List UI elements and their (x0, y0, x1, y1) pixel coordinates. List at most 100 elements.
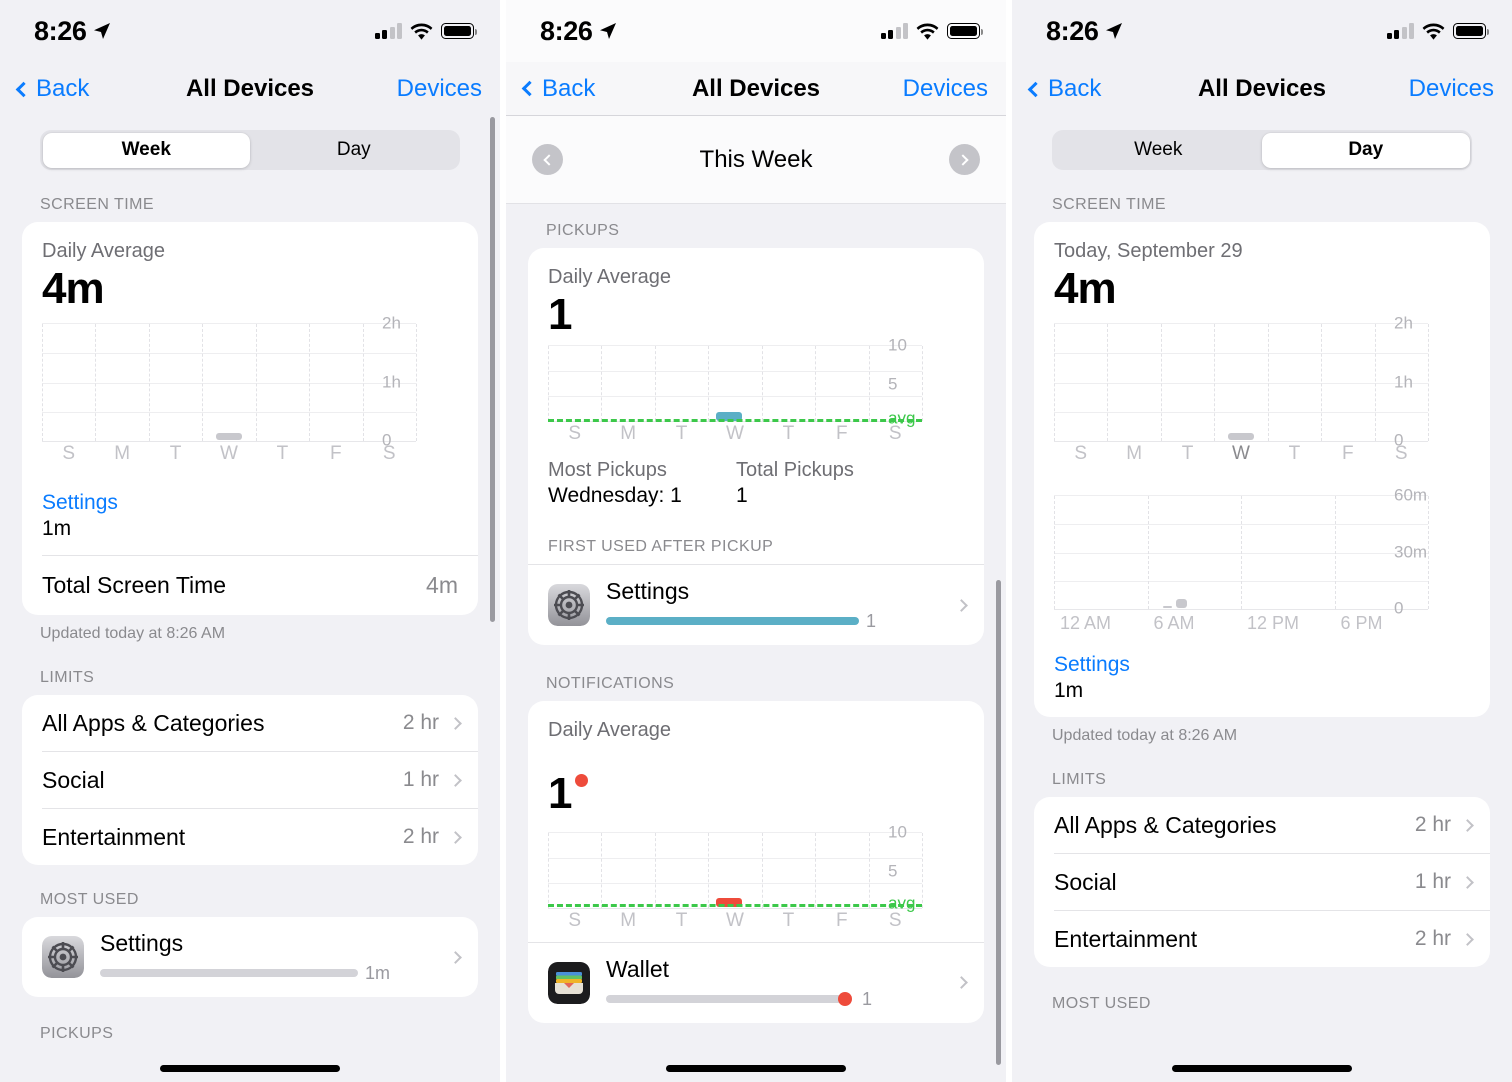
segment-day[interactable]: Day (1262, 132, 1470, 168)
notification-badge-dot (575, 773, 589, 787)
table-row[interactable]: All Apps & Categories 2 hr (1034, 797, 1490, 853)
status-bar-time: 8:26 (1046, 15, 1099, 46)
status-bar-indicators (1386, 23, 1489, 40)
table-row[interactable]: Entertainment 2 hr (1034, 911, 1490, 967)
status-bar-time-group: 8:26 (1046, 16, 1124, 47)
notification-app-body: Wallet 1 (606, 956, 957, 1009)
most-pickups-value: Wednesday: 1 (548, 484, 682, 508)
period-segmented-control[interactable]: Week Day (1052, 130, 1472, 170)
x-tick-5: F (836, 423, 848, 445)
vertical-scrollbar[interactable] (490, 117, 495, 622)
list-item[interactable]: Wallet 1 (528, 943, 984, 1022)
most-pickups-stat: Most Pickups Wednesday: 1 (548, 459, 736, 508)
limit-value-all-apps: 2 hr (1414, 813, 1451, 837)
table-row[interactable]: Social 1 hr (22, 752, 478, 808)
chevron-right-circle-icon[interactable] (948, 144, 980, 175)
chevron-left-circle-icon[interactable] (532, 144, 563, 175)
x-tick-1: M (620, 423, 637, 445)
devices-button[interactable]: Devices (903, 75, 988, 103)
x-tick-4: T (782, 910, 795, 932)
limit-value-entertainment: 2 hr (402, 825, 439, 849)
period-segmented-control[interactable]: Week Day (40, 130, 460, 170)
panel-day-overview: 8:26 Back All Devices Devices Week Day S… (1006, 0, 1512, 1082)
daily-average-label: Daily Average (42, 240, 166, 262)
chart-plot-area: 60m 30m 0 (1054, 486, 1429, 618)
x-tick-4: T (782, 423, 795, 445)
table-row[interactable]: All Apps & Categories 2 hr (22, 695, 478, 751)
back-button[interactable]: Back (521, 75, 595, 103)
total-pickups-label: Total Pickups (736, 459, 854, 482)
segment-week[interactable]: Week (1055, 133, 1263, 168)
x-tick-12am: 12 AM (1060, 613, 1112, 634)
usage-bar-line: 1 (606, 989, 957, 1010)
x-tick-3: W (220, 443, 238, 465)
segment-week[interactable]: Week (42, 132, 250, 168)
x-tick-2: T (675, 910, 688, 932)
section-header-most-used: MOST USED (1052, 995, 1151, 1013)
daily-average-value: 4m (42, 264, 105, 313)
x-tick-2: T (675, 423, 688, 445)
list-item[interactable]: Settings 1m (22, 917, 478, 996)
status-bar-indicators (374, 23, 477, 40)
chart-x-axis: S M T W T F S (548, 910, 922, 938)
table-row[interactable]: Social 1 hr (1034, 854, 1490, 910)
limit-name-all-apps: All Apps & Categories (42, 709, 265, 736)
home-indicator (1172, 1065, 1352, 1072)
usage-bar-track (606, 992, 852, 1007)
limit-name-social: Social (1054, 868, 1117, 895)
top-app-link-row[interactable]: Settings 1m (1034, 653, 1490, 717)
most-pickups-label: Most Pickups (548, 459, 667, 482)
total-screen-time-label: Total Screen Time (42, 572, 227, 599)
vertical-scrollbar[interactable] (996, 580, 1001, 1065)
week-navigator-title: This Week (699, 145, 813, 173)
home-indicator (666, 1065, 846, 1072)
x-tick-0: S (1074, 443, 1088, 465)
chart-x-axis: S M T W T F S (42, 443, 416, 471)
location-arrow-icon (600, 23, 617, 39)
x-tick-6: S (1394, 443, 1408, 465)
x-tick-4: T (1288, 443, 1301, 465)
devices-button[interactable]: Devices (397, 75, 482, 103)
chevron-left-icon (1027, 81, 1044, 97)
updated-timestamp: Updated today at 8:26 AM (1052, 727, 1238, 745)
back-button[interactable]: Back (1027, 75, 1101, 103)
app-link-amount: 1m (1054, 679, 1084, 703)
bar-hour-7am (1163, 606, 1173, 609)
app-link-settings[interactable]: Settings (42, 491, 458, 515)
app-link-settings[interactable]: Settings (1054, 653, 1470, 677)
pickups-daily-average-value: 1 (548, 290, 573, 339)
table-row[interactable]: Entertainment 2 hr (22, 809, 478, 865)
x-tick-6am: 6 AM (1153, 613, 1195, 634)
back-button[interactable]: Back (15, 75, 89, 103)
wallet-app-icon (548, 961, 590, 1004)
limit-value-entertainment: 2 hr (1414, 927, 1451, 951)
status-bar: 8:26 (506, 0, 1006, 62)
navigation-bar: Back All Devices Devices (1012, 62, 1512, 116)
limit-value-social: 1 hr (402, 768, 439, 792)
section-header-screen-time: SCREEN TIME (40, 196, 155, 213)
notification-count-dot (838, 992, 852, 1007)
screen-time-card-body: Today, September 29 4m 2h 1h 0 S M T W T… (1034, 222, 1490, 653)
pickups-stats: Most Pickups Wednesday: 1 Total Pickups … (548, 459, 964, 508)
y-tick-10: 10 (888, 335, 907, 355)
bar-wednesday (215, 433, 243, 441)
notifications-value-text: 1 (548, 768, 573, 818)
bar-wednesday (1227, 433, 1255, 441)
devices-button[interactable]: Devices (1409, 75, 1494, 103)
section-header-screen-time: SCREEN TIME (1052, 196, 1167, 213)
chart-plot-area: 10 5 avg (548, 823, 923, 913)
status-bar: 8:26 (0, 0, 500, 62)
notifications-card: Daily Average 1 10 5 avg S M T W T F S W… (528, 700, 984, 1023)
limit-name-entertainment: Entertainment (1054, 925, 1198, 952)
x-tick-6: S (888, 910, 902, 932)
limits-card: All Apps & Categories 2 hr Social 1 hr E… (1034, 797, 1490, 968)
segment-day[interactable]: Day (250, 133, 458, 168)
total-screen-time-value: 4m (426, 572, 458, 599)
top-app-link-row[interactable]: Settings 1m (22, 485, 478, 555)
chevron-right-icon (1461, 876, 1474, 889)
usage-bar-track (100, 969, 358, 978)
y-tick-1h: 1h (382, 372, 401, 392)
screen-time-card-body: Daily Average 4m 2h 1h 0 S M T W T F S (22, 222, 478, 485)
x-tick-0: S (568, 910, 582, 932)
list-item[interactable]: Settings 1 (528, 565, 984, 644)
